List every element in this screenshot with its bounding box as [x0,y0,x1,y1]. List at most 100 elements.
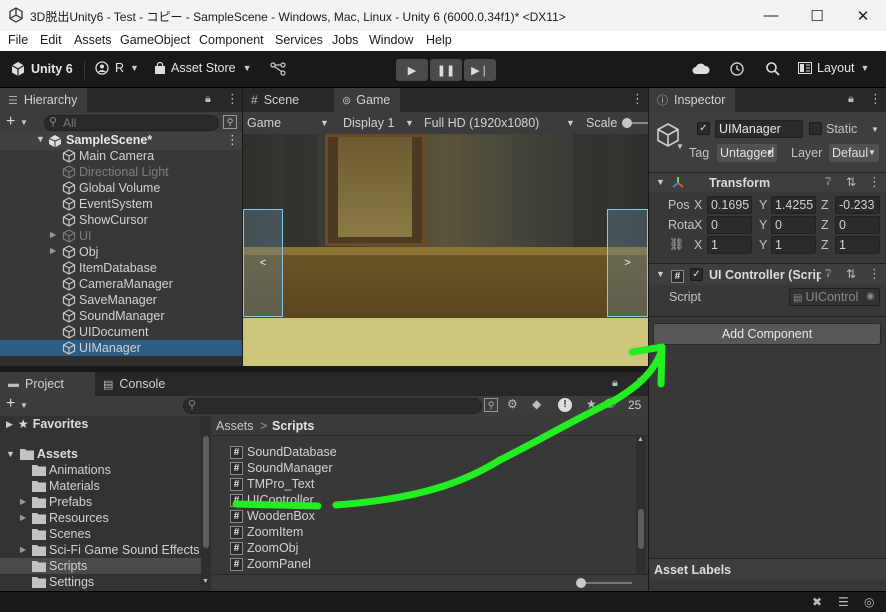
close-button[interactable]: ✕ [840,0,886,31]
menu-window[interactable]: Window [369,33,413,47]
unity-account-button[interactable]: Unity 6 [10,61,73,77]
rot-y-field[interactable]: 0 [771,216,816,234]
game-view-dropdown[interactable]: Game ▼ [243,112,333,134]
hierarchy-item[interactable]: ▶ Obj [0,244,242,260]
chevron-down-icon[interactable]: ▼ [676,142,684,151]
pause-button[interactable]: ❚❚ [430,59,462,81]
more-options-icon[interactable]: ⋮ [631,91,644,107]
pos-y-field[interactable]: 1.4255 [771,196,816,214]
add-component-button[interactable]: Add Component [653,323,881,345]
script-file-item[interactable]: # SoundDatabase [230,444,530,460]
rot-z-field[interactable]: 0 [835,216,880,234]
script-file-item[interactable]: # ZoomPanel [230,556,530,572]
file-list-scrollbar[interactable]: ▲ [636,436,646,576]
hierarchy-item[interactable]: UIDocument [0,324,242,340]
assets-row[interactable]: ▼ Assets [0,446,200,462]
more-options-icon[interactable]: ⋮ [226,91,239,107]
tab-game[interactable]: ⊚ Game [334,88,401,112]
scale-x-field[interactable]: 1 [707,236,752,254]
preset-icon[interactable]: ⇅ [846,267,856,281]
script-file-item[interactable]: # ZoomObj [230,540,530,556]
breadcrumb-scripts[interactable]: Scripts [272,419,314,433]
search-icon[interactable] [765,61,781,77]
game-viewport[interactable]: < > [243,134,648,366]
left-nav-button[interactable]: < [243,209,283,317]
tab-console[interactable]: ▤ Console [95,372,175,396]
file-list-scroll-thumb[interactable] [638,509,644,549]
step-button[interactable]: ▶❘ [464,59,496,81]
script-file-item[interactable]: # UIController [230,492,530,508]
object-name-field[interactable]: UIManager [715,120,803,138]
help-icon[interactable]: ❔︎ [825,268,832,281]
component-enabled-checkbox[interactable]: ✓ [690,268,703,281]
layer-dropdown[interactable]: Default ▼ [829,144,879,162]
right-nav-button[interactable]: > [607,209,648,317]
folder-item[interactable]: Scenes [0,526,201,542]
script-file-item[interactable]: # TMPro_Text [230,476,530,492]
more-options-icon[interactable]: ⋮ [869,91,882,107]
hierarchy-item[interactable]: Directional Light [0,164,242,180]
more-options-icon[interactable]: ⋮ [632,375,645,391]
hierarchy-item[interactable]: ShowCursor [0,212,242,228]
menu-file[interactable]: File [8,33,28,47]
scale-y-field[interactable]: 1 [771,236,816,254]
hierarchy-search-input[interactable]: ⚲ All [44,115,219,131]
add-icon[interactable]: + [6,395,15,413]
asset-store-dropdown[interactable]: Asset Store ▼ [154,61,252,75]
folder-tree-scrollbar[interactable]: ▼ [201,416,211,591]
hierarchy-item[interactable]: Global Volume [0,180,242,196]
tab-scene[interactable]: # Scene [243,88,309,112]
tag-dropdown[interactable]: Untagged ▼ [717,144,777,162]
hierarchy-item[interactable]: Main Camera [0,148,242,164]
hierarchy-item-selected[interactable]: UIManager [0,340,242,356]
breadcrumb-assets[interactable]: Assets [216,419,254,433]
folder-item[interactable]: ▶ Sci-Fi Game Sound Effects [0,542,201,558]
tab-inspector[interactable]: ⓘ Inspector [649,88,736,112]
scroll-up-icon[interactable]: ▲ [637,436,644,443]
folder-item[interactable]: ▶ Prefabs [0,494,201,510]
script-file-item[interactable]: # SoundManager [230,460,530,476]
chevron-down-icon[interactable]: ▼ [20,401,28,410]
scroll-down-icon[interactable]: ▼ [202,578,209,585]
scale-slider-handle[interactable] [622,118,632,128]
menu-edit[interactable]: Edit [40,33,62,47]
icon-size-slider-handle[interactable] [576,578,586,588]
scale-z-field[interactable]: 1 [835,236,880,254]
filter-by-type-icon[interactable]: ⚙ [507,397,518,411]
more-options-icon[interactable]: ⋮ [868,266,881,282]
menu-assets[interactable]: Assets [74,33,112,47]
folder-item[interactable]: Settings [0,574,201,590]
account-dropdown[interactable]: R ▼ [95,61,139,75]
constrain-proportions-icon[interactable]: ⛓︎ [669,237,684,251]
lock-icon[interactable]: 🔒︎ [612,377,618,390]
play-button[interactable]: ▶ [396,59,428,81]
more-options-icon[interactable]: ⋮ [868,174,881,190]
project-search-input[interactable]: ⚲ [183,398,482,414]
hierarchy-item[interactable]: CameraManager [0,276,242,292]
chevron-down-icon[interactable]: ▼ [36,134,45,144]
layout-dropdown[interactable]: Layout ▼ [798,61,869,75]
tab-hierarchy[interactable]: ☰ Hierarchy [0,88,88,112]
menu-jobs[interactable]: Jobs [332,33,358,47]
folder-item[interactable]: Animations [0,462,201,478]
hierarchy-item[interactable]: SoundManager [0,308,242,324]
folder-item[interactable]: Scripts [0,558,201,574]
resolution-dropdown[interactable]: Full HD (1920x1080) ▼ [418,112,578,134]
lock-icon[interactable]: 🔒︎ [848,93,854,106]
favorites-row[interactable]: ▶ ★ Favorites [0,416,200,432]
menu-gameobject[interactable]: GameObject [120,33,190,47]
chevron-right-icon[interactable]: ▶ [20,497,26,506]
asset-labels-header[interactable]: Asset Labels [649,558,886,580]
chevron-right-icon[interactable]: ▶ [50,230,56,239]
folder-item[interactable]: Materials [0,478,201,494]
chevron-right-icon[interactable]: ▶ [20,513,26,522]
menu-component[interactable]: Component [199,33,264,47]
hierarchy-item[interactable]: SaveManager [0,292,242,308]
search-filter-icon[interactable]: ⚲ [484,398,498,412]
pos-z-field[interactable]: -0.233 [835,196,880,214]
progress-status-icon[interactable]: ◎ [864,595,874,609]
script-file-item[interactable]: # ZoomItem [230,524,530,540]
more-options-icon[interactable]: ⋮ [226,132,239,148]
cache-server-icon[interactable]: ☰ [838,595,849,609]
chevron-down-icon[interactable]: ▼ [871,125,879,134]
